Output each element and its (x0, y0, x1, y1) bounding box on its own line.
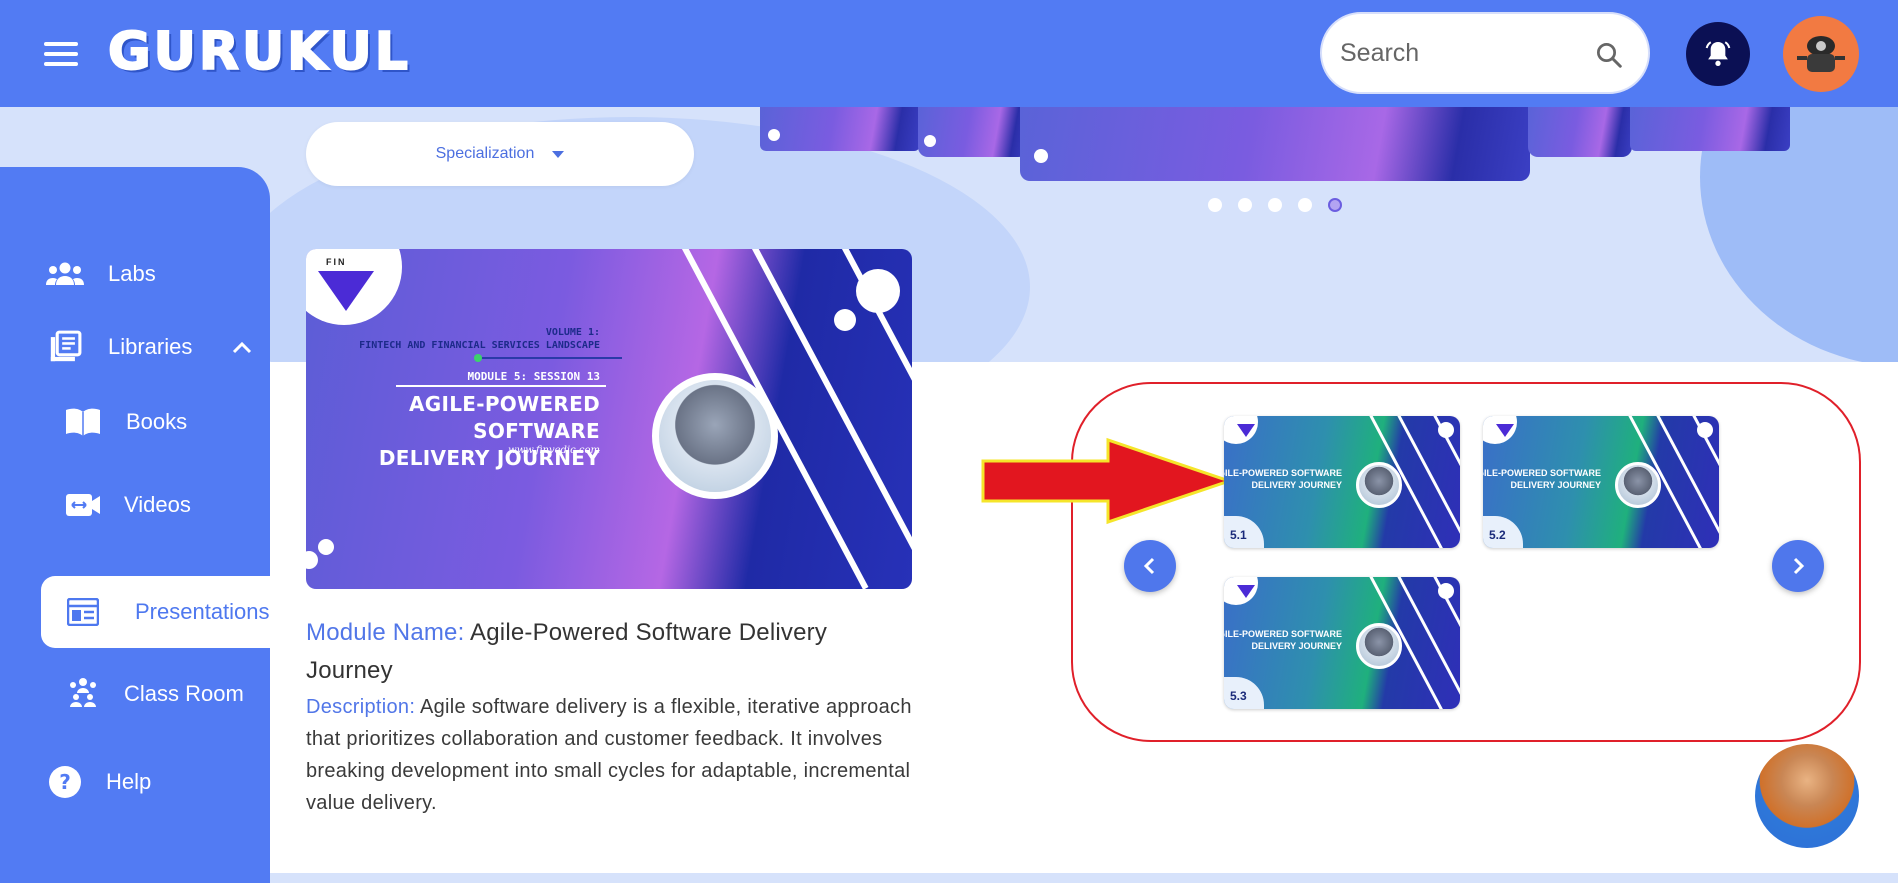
carousel-dot[interactable] (1268, 198, 1282, 212)
sidebar-item-books[interactable]: Books (64, 407, 187, 437)
slide-number: 5.3 (1224, 677, 1264, 709)
top-bar: GURUKUL (0, 0, 1898, 107)
bell-icon (1705, 41, 1731, 66)
sidebar-item-label: Help (106, 769, 152, 794)
carousel-dot[interactable] (1238, 198, 1252, 212)
sidebar-item-label: Libraries (108, 334, 193, 359)
brand-text: FIN (326, 257, 347, 267)
carousel-dot[interactable] (1298, 198, 1312, 212)
book-icon (66, 408, 100, 436)
labs-icon (46, 262, 84, 285)
slide-thumbnail-5-1[interactable]: AGILE-POWERED SOFTWARE DELIVERY JOURNEY 5… (1224, 416, 1460, 548)
next-button[interactable] (1772, 540, 1824, 592)
banner-website: www.finvedic.com (508, 445, 600, 456)
red-arrow-icon (981, 437, 1232, 525)
slide-thumbnail-5-2[interactable]: AGILE-POWERED SOFTWARE DELIVERY JOURNEY 5… (1483, 416, 1719, 548)
chevron-left-icon (1143, 557, 1155, 575)
caret-down-icon (552, 150, 565, 158)
sidebar-item-label: Videos (124, 492, 191, 517)
sidebar-item-libraries[interactable]: Libraries (48, 317, 252, 377)
chevron-right-icon (1793, 557, 1805, 575)
video-icon (66, 494, 100, 516)
banner-title: AGILE-POWERED SOFTWARE DELIVERY JOURNEY (378, 392, 600, 470)
search-box[interactable] (1320, 12, 1650, 94)
slide-thumbnail-5-3[interactable]: AGILE-POWERED SOFTWARE DELIVERY JOURNEY 5… (1224, 577, 1460, 709)
laptop-photo (652, 373, 778, 499)
notification-bell-button[interactable] (1686, 22, 1750, 86)
fin-logo: FIN (306, 249, 402, 325)
carousel-dots (1208, 198, 1342, 212)
carousel-slide[interactable] (1630, 107, 1790, 151)
sidebar-item-presentations[interactable]: Presentations (41, 576, 270, 648)
sidebar: Labs Libraries Books Videos Presentation… (0, 167, 270, 883)
sidebar-item-labs[interactable]: Labs (46, 261, 156, 287)
carousel-slide[interactable] (918, 107, 1028, 157)
presentation-icon (67, 598, 99, 626)
presentation-banner[interactable]: FIN VOLUME 1: FINTECH AND FINANCIAL SERV… (306, 249, 912, 589)
chevron-up-icon[interactable] (232, 340, 252, 354)
assistant-avatar[interactable] (1755, 744, 1859, 848)
carousel-slide[interactable] (1528, 107, 1632, 157)
slide-number: 5.2 (1483, 516, 1523, 548)
sidebar-item-label: Presentations (135, 599, 270, 624)
previous-button[interactable] (1124, 540, 1176, 592)
svg-text:?: ? (59, 770, 71, 794)
highlight-oval (1071, 382, 1861, 742)
user-avatar[interactable] (1783, 16, 1859, 92)
search-icon[interactable] (1594, 40, 1624, 70)
bottom-strip (270, 873, 1898, 883)
module-description: Description: Agile software delivery is … (306, 696, 912, 814)
specialization-dropdown[interactable]: Specialization (306, 122, 694, 186)
avatar-figure-icon (1797, 36, 1845, 72)
search-input[interactable] (1322, 14, 1592, 92)
carousel-slide-active[interactable] (1020, 107, 1530, 181)
carousel-dot[interactable] (1208, 198, 1222, 212)
classroom-icon (70, 678, 96, 707)
banner-volume: VOLUME 1: FINTECH AND FINANCIAL SERVICES… (359, 327, 600, 351)
libraries-icon (50, 330, 82, 362)
sidebar-item-help[interactable]: ? Help (48, 765, 151, 799)
module-name: Module Name: Agile-Powered Software Deli… (306, 619, 828, 685)
menu-icon[interactable] (44, 42, 78, 66)
sidebar-item-label: Class Room (124, 681, 244, 706)
sidebar-item-classroom[interactable]: Class Room (66, 677, 244, 711)
banner-module-session: MODULE 5: SESSION 13 (467, 370, 600, 383)
slide-number: 5.1 (1224, 516, 1264, 548)
carousel-dot-active[interactable] (1328, 198, 1342, 212)
sidebar-item-label: Labs (108, 261, 156, 286)
sidebar-item-videos[interactable]: Videos (66, 492, 191, 518)
app-logo[interactable]: GURUKUL (107, 21, 411, 83)
specialization-label: Specialization (435, 145, 535, 162)
carousel-slide[interactable] (760, 107, 920, 151)
help-icon: ? (49, 766, 81, 798)
sidebar-item-label: Books (126, 409, 188, 434)
